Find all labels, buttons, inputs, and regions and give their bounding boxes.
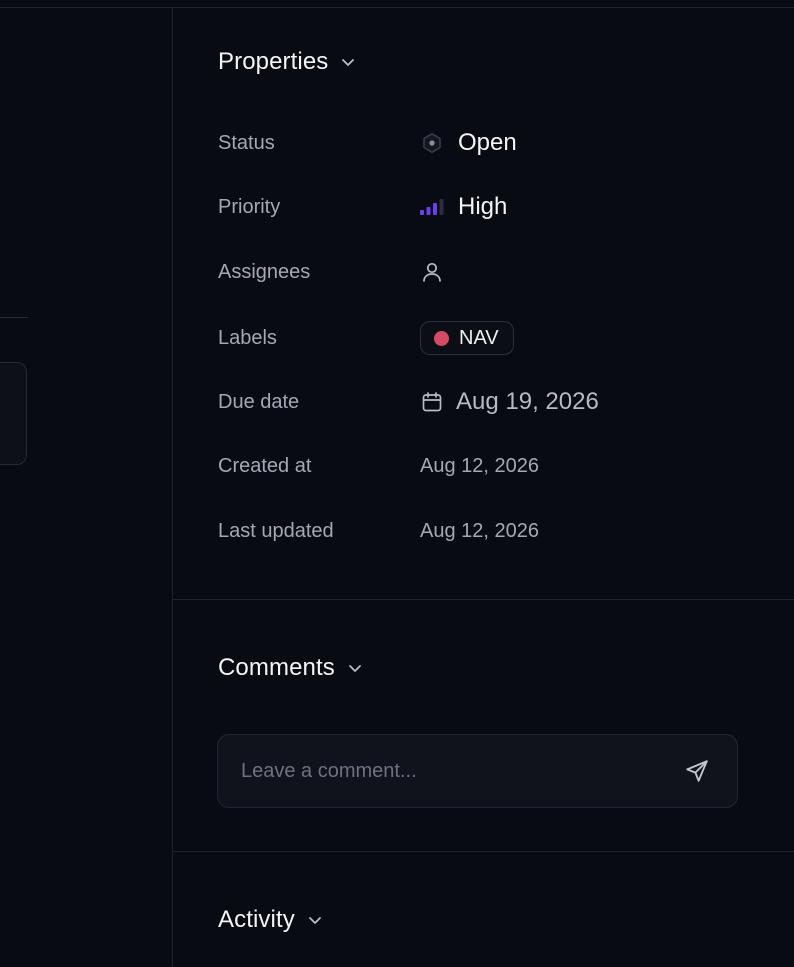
chevron-down-icon xyxy=(342,59,355,66)
priority-text: High xyxy=(458,193,508,220)
created-at-row: Created at Aug 12, 2026 xyxy=(218,451,794,481)
issue-detail-page: Properties Status Open Priority High Ass… xyxy=(0,0,794,967)
label-badge-text: NAV xyxy=(459,326,499,349)
created-at-label: Created at xyxy=(218,454,312,477)
details-sidebar: Properties Status Open Priority High Ass… xyxy=(173,8,794,967)
status-value[interactable]: Open xyxy=(420,129,517,157)
created-at-value: Aug 12, 2026 xyxy=(420,454,539,477)
hexagon-status-icon xyxy=(420,131,444,155)
send-icon xyxy=(686,760,708,782)
due-date-row: Due date Aug 19, 2026 xyxy=(218,387,794,417)
assignees-row: Assignees xyxy=(218,257,794,287)
last-updated-row: Last updated Aug 12, 2026 xyxy=(218,516,794,546)
user-icon xyxy=(420,260,444,284)
activity-section-toggle[interactable]: Activity xyxy=(218,906,325,934)
status-label: Status xyxy=(218,131,275,154)
comments-section-toggle[interactable]: Comments xyxy=(218,654,365,682)
send-comment-button[interactable] xyxy=(683,757,711,785)
last-updated-value: Aug 12, 2026 xyxy=(420,519,539,542)
assignees-value[interactable] xyxy=(420,260,444,284)
comments-divider xyxy=(173,851,794,852)
label-badge-nav[interactable]: NAV xyxy=(420,321,514,355)
left-pane-card[interactable] xyxy=(0,362,27,465)
comments-title: Comments xyxy=(218,654,335,681)
due-date-text: Aug 19, 2026 xyxy=(456,388,599,415)
priority-row: Priority High xyxy=(218,192,794,222)
status-text: Open xyxy=(458,129,517,156)
due-date-label: Due date xyxy=(218,390,300,413)
properties-divider xyxy=(173,599,794,600)
labels-value: NAV xyxy=(420,321,514,355)
status-row: Status Open xyxy=(218,128,794,158)
labels-label: Labels xyxy=(218,326,277,349)
properties-section-toggle[interactable]: Properties xyxy=(218,48,358,76)
priority-value[interactable]: High xyxy=(420,193,507,221)
signal-bars-icon xyxy=(420,195,444,219)
comment-input[interactable] xyxy=(241,759,683,783)
priority-label: Priority xyxy=(218,195,281,218)
label-color-dot xyxy=(434,330,449,346)
chevron-down-icon xyxy=(308,917,321,924)
chevron-down-icon xyxy=(348,665,361,672)
properties-title: Properties xyxy=(218,48,329,75)
last-updated-label: Last updated xyxy=(218,519,334,542)
calendar-icon xyxy=(420,390,444,414)
due-date-value[interactable]: Aug 19, 2026 xyxy=(420,388,599,416)
activity-title: Activity xyxy=(218,906,295,933)
assignees-label: Assignees xyxy=(218,260,311,283)
comment-composer xyxy=(217,734,738,808)
left-pane-divider xyxy=(0,317,28,318)
labels-row: Labels NAV xyxy=(218,321,794,355)
